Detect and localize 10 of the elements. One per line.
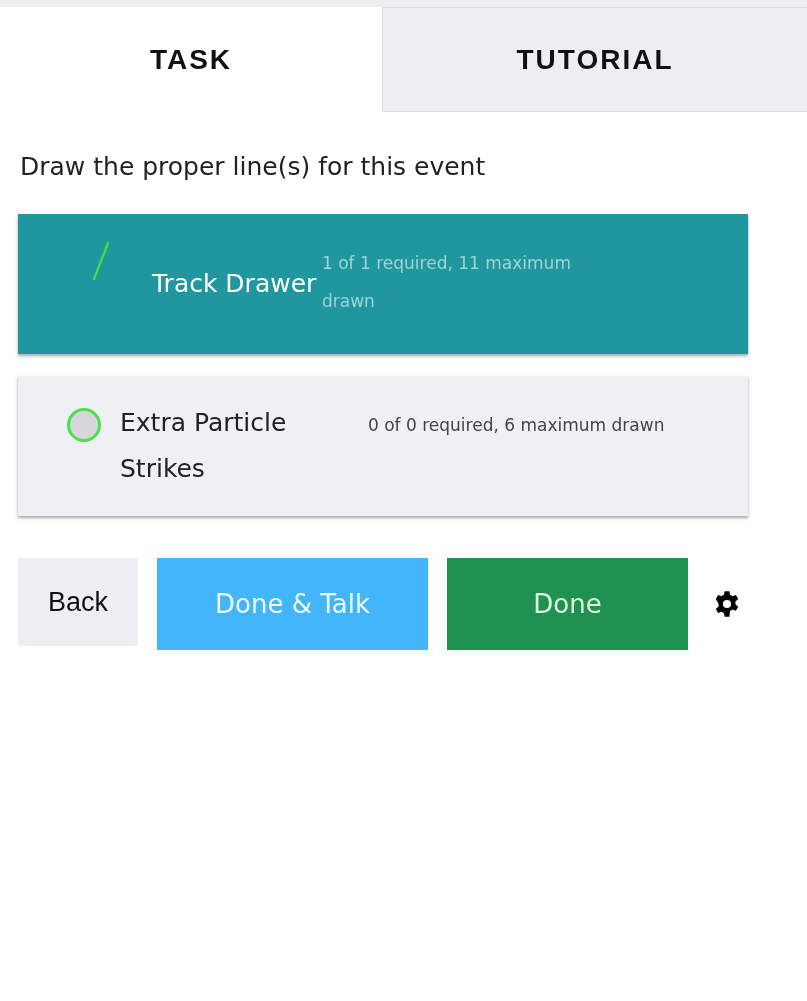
instruction-text: Draw the proper line(s) for this event [20, 151, 487, 183]
tool-details: 1 of 1 required, 11 maximum drawn [322, 252, 572, 313]
tool-label: Track Drawer [152, 268, 318, 300]
tool-option[interactable]: Extra Particle Strikes 0 of 0 required, 6 maximum drawn [18, 376, 748, 516]
tool-option[interactable]: Track Drawer 1 of 1 required, 11 maximum drawn [18, 214, 748, 354]
tool-details: 0 of 0 required, 6 maximum drawn [368, 414, 666, 437]
back-button[interactable]: Back [18, 558, 138, 646]
tool-label: Extra Particle Strikes [120, 407, 288, 485]
settings-icon[interactable] [713, 590, 741, 618]
tab[interactable]: TUTORIAL [382, 7, 807, 112]
